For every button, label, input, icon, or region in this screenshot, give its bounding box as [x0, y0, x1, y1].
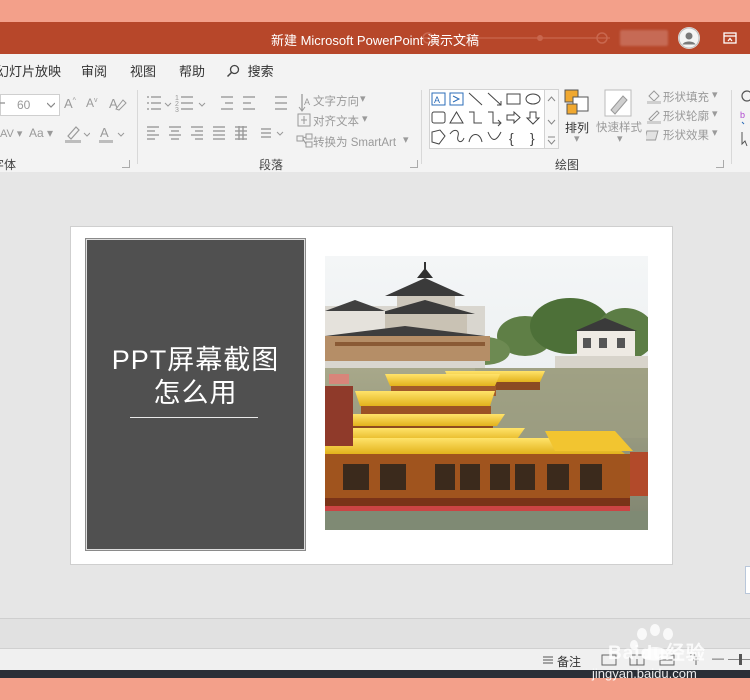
- menu-bar: 幻灯片放映 审阅 视图 帮助 搜索: [0, 54, 750, 84]
- slide-title-line1: PPT屏幕截图: [111, 345, 280, 375]
- chevron-down-icon: [47, 102, 55, 108]
- watermark-brand: Baidu经验: [608, 643, 706, 664]
- smartart-icon[interactable]: [296, 133, 314, 149]
- riverside-boats-image: [325, 256, 648, 530]
- shapes-gallery[interactable]: A { }: [429, 89, 559, 149]
- char-spacing-icon[interactable]: AV ▾: [0, 127, 22, 140]
- quick-styles-icon[interactable]: [603, 88, 633, 120]
- shape-fill-button[interactable]: 形状填充: [663, 89, 709, 105]
- title-underline: [130, 417, 258, 418]
- search-label: 搜索: [247, 64, 274, 79]
- alignment-icons[interactable]: [145, 125, 290, 141]
- ribbon-display-icon[interactable]: [722, 30, 738, 46]
- search-icon: [226, 64, 240, 78]
- tab-review[interactable]: 审阅: [81, 61, 107, 80]
- shape-effects-button[interactable]: 形状效果: [663, 127, 709, 143]
- font-dialog-launcher[interactable]: [122, 160, 130, 168]
- svg-text:A: A: [100, 125, 109, 140]
- chevron-down-icon: ▾: [362, 113, 368, 125]
- font-color-icon[interactable]: A: [98, 124, 126, 144]
- pen-outline-icon[interactable]: [646, 108, 662, 124]
- slide-title[interactable]: PPT屏幕截图 怎么用: [87, 344, 304, 410]
- list-indent-icons[interactable]: 123: [145, 94, 290, 114]
- font-group-label: 字体: [0, 158, 17, 172]
- chevron-down-icon: ▾: [712, 108, 718, 120]
- notes-button[interactable]: 备注: [557, 653, 581, 670]
- notes-icon: [543, 656, 553, 664]
- svg-text:b: b: [740, 110, 745, 120]
- paragraph-dialog-launcher[interactable]: [410, 160, 418, 168]
- scrollbar-edge[interactable]: [745, 566, 750, 594]
- ribbon: 60 A^ Av A AV ▾ Aa ▾ A 字体 123: [0, 84, 750, 173]
- paint-bucket-icon[interactable]: [646, 88, 662, 104]
- user-icon: [678, 27, 700, 49]
- drawing-dialog-launcher[interactable]: [716, 160, 724, 168]
- svg-text:A: A: [304, 97, 310, 107]
- clear-format-icon[interactable]: A: [107, 94, 127, 112]
- paragraph-group-label: 段落: [259, 158, 284, 172]
- tell-me-search[interactable]: 搜索: [226, 61, 274, 80]
- drawing-group-label: 绘图: [555, 158, 580, 172]
- gallery-scroll-arrows-icon: [547, 96, 556, 145]
- title-placeholder[interactable]: PPT屏幕截图 怎么用: [85, 238, 306, 551]
- tab-view[interactable]: 视图: [130, 61, 156, 80]
- user-name-blurred[interactable]: [620, 30, 668, 46]
- title-bar: 新建 Microsoft PowerPoint 演示文稿: [0, 22, 750, 54]
- shape-outline-button[interactable]: 形状轮廓: [663, 108, 709, 124]
- chevron-down-icon: ▾: [574, 133, 580, 145]
- svg-text:{: {: [509, 130, 514, 146]
- watermark: Baidu经验 jingyan.baidu.com: [580, 618, 745, 682]
- group-separator: [731, 90, 732, 164]
- shape-effects-icon[interactable]: [646, 127, 662, 143]
- highlight-icon[interactable]: [64, 124, 90, 144]
- grow-font-icon[interactable]: A^: [64, 96, 76, 111]
- chevron-down-icon: ▾: [712, 127, 718, 139]
- spin-down-icon[interactable]: [0, 96, 6, 112]
- svg-text:3: 3: [175, 107, 179, 114]
- slide-photo[interactable]: [325, 256, 648, 530]
- align-text-icon[interactable]: [296, 112, 312, 128]
- editing-group-icons[interactable]: b: [738, 88, 750, 148]
- watermark-url: jingyan.baidu.com: [592, 666, 697, 681]
- group-separator: [421, 90, 422, 164]
- chevron-down-icon: ▾: [617, 133, 623, 145]
- font-size-box[interactable]: 60: [0, 94, 60, 116]
- svg-text:A: A: [434, 95, 440, 105]
- shapes-gallery-icons: A { }: [431, 92, 541, 146]
- text-direction-button[interactable]: 文字方向: [313, 93, 359, 109]
- gallery-scroll[interactable]: [544, 90, 558, 148]
- chevron-down-icon: ▾: [403, 134, 409, 146]
- arrange-icon[interactable]: [563, 88, 591, 118]
- convert-smartart-button[interactable]: 转换为 SmartArt: [313, 134, 396, 150]
- shrink-font-icon[interactable]: Av: [86, 96, 98, 110]
- avatar[interactable]: [678, 27, 700, 49]
- tab-slideshow[interactable]: 幻灯片放映: [0, 61, 61, 80]
- chevron-down-icon: ▾: [360, 93, 366, 105]
- chevron-down-icon: ▾: [712, 89, 718, 101]
- change-case-icon[interactable]: Aa ▾: [29, 126, 53, 140]
- tab-help[interactable]: 帮助: [179, 61, 205, 80]
- group-separator: [137, 90, 138, 164]
- slide-title-line2: 怎么用: [153, 378, 238, 408]
- font-size-value: 60: [17, 98, 31, 112]
- svg-text:}: }: [530, 130, 535, 146]
- align-text-button[interactable]: 对齐文本: [313, 113, 359, 129]
